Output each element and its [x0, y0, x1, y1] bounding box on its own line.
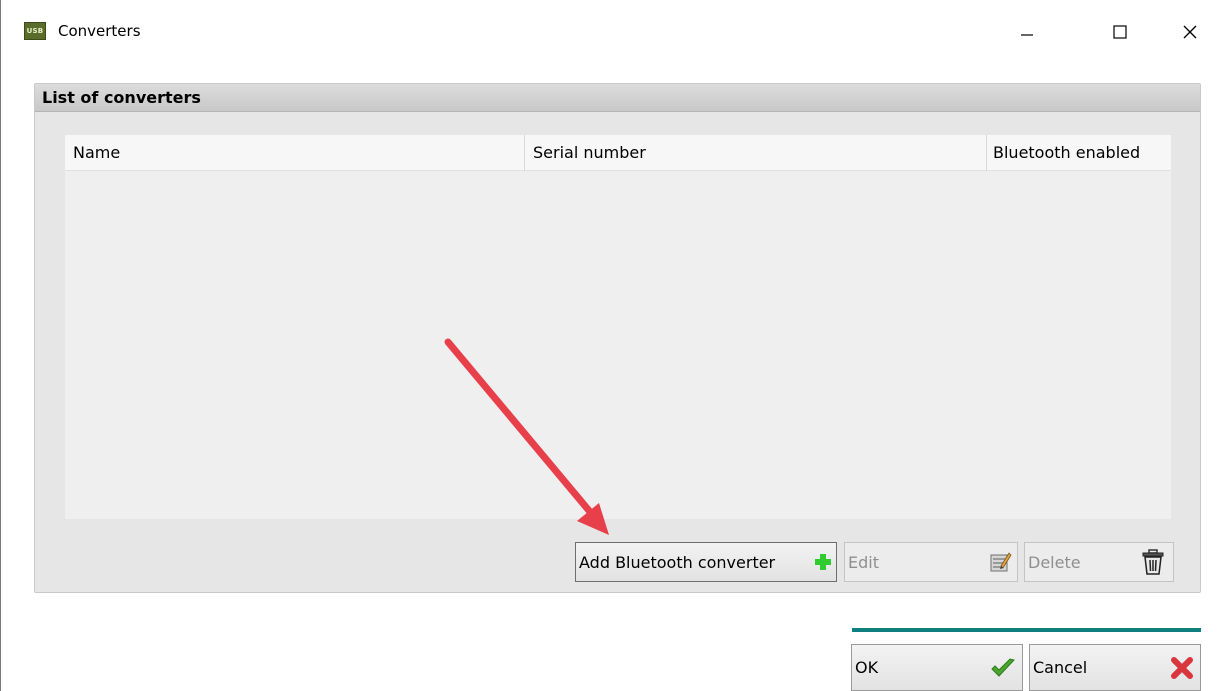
- edit-button-label: Edit: [848, 552, 879, 572]
- table-body[interactable]: [65, 171, 1171, 519]
- maximize-button[interactable]: [1097, 14, 1143, 50]
- ok-button-label: OK: [855, 658, 879, 677]
- group-header: List of converters: [35, 84, 1200, 112]
- cancel-button[interactable]: Cancel: [1029, 644, 1201, 691]
- column-header-bluetooth-enabled[interactable]: Bluetooth enabled: [987, 135, 1171, 171]
- converters-group: List of converters Name Serial number Bl…: [34, 83, 1201, 593]
- converters-table[interactable]: Name Serial number Bluetooth enabled: [65, 135, 1171, 519]
- maximize-icon: [1113, 25, 1127, 39]
- edit-button[interactable]: Edit: [844, 542, 1018, 582]
- delete-button[interactable]: Delete: [1024, 542, 1174, 582]
- footer-accent-line: [852, 628, 1201, 632]
- column-header-serial-number[interactable]: Serial number: [525, 135, 987, 171]
- minimize-icon: [1021, 34, 1033, 36]
- edit-icon: [990, 552, 1012, 572]
- column-header-name[interactable]: Name: [65, 135, 525, 171]
- ok-button[interactable]: OK: [851, 644, 1023, 691]
- minimize-button[interactable]: [1004, 14, 1050, 50]
- trash-icon: [1142, 549, 1164, 575]
- checkmark-icon: [991, 657, 1015, 677]
- usb-app-icon: USB: [24, 22, 46, 40]
- add-bluetooth-converter-button[interactable]: Add Bluetooth converter: [575, 542, 837, 582]
- close-button[interactable]: [1167, 14, 1213, 50]
- converters-window: USB Converters List of converters Name S…: [0, 0, 1226, 691]
- group-title: List of converters: [42, 88, 201, 107]
- x-mark-icon: [1171, 656, 1193, 679]
- title-bar[interactable]: USB Converters: [1, 0, 1226, 64]
- delete-button-label: Delete: [1028, 552, 1081, 572]
- close-icon: [1183, 25, 1197, 39]
- add-button-label: Add Bluetooth converter: [579, 552, 776, 572]
- plus-icon: [815, 554, 831, 570]
- window-title: Converters: [58, 22, 141, 40]
- cancel-button-label: Cancel: [1033, 658, 1088, 677]
- table-header: Name Serial number Bluetooth enabled: [65, 135, 1171, 171]
